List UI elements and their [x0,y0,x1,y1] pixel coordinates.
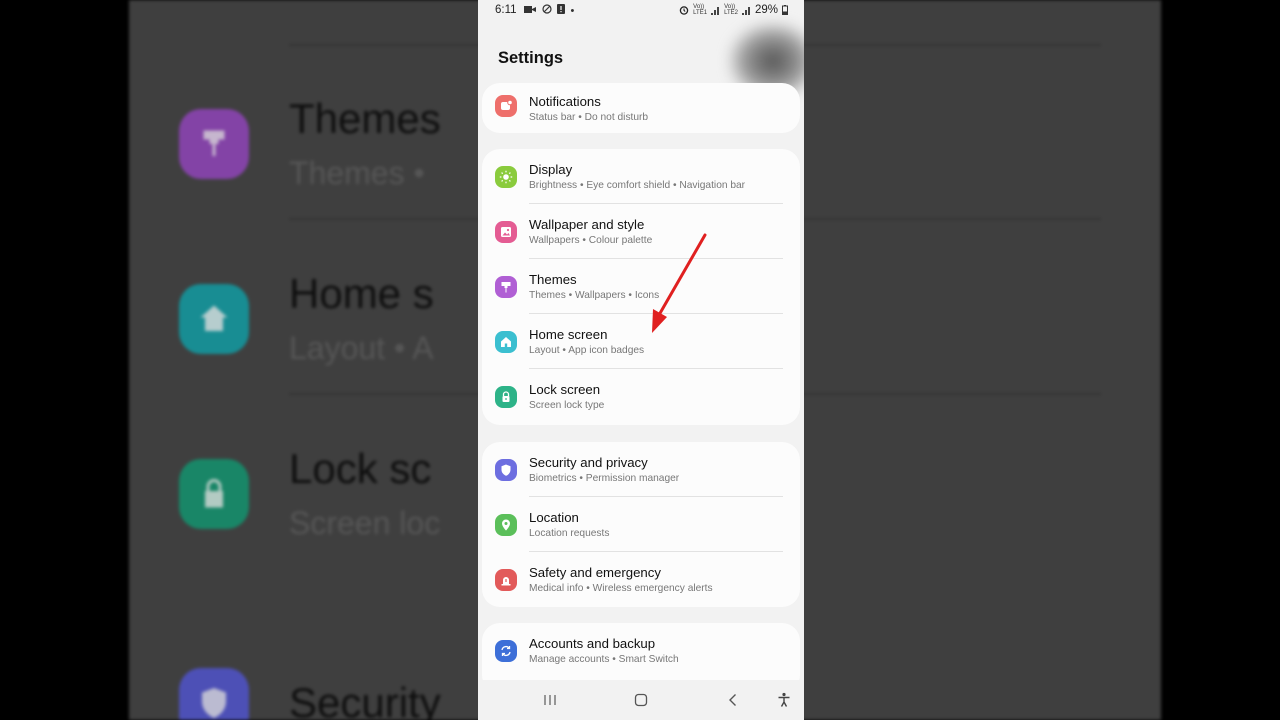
item-title: Security and privacy [529,455,648,470]
accessibility-icon[interactable] [773,690,795,710]
item-subtitle: Layout • App icon badges [529,345,645,356]
settings-item-wallpaper[interactable]: Wallpaper and style Wallpapers • Colour … [482,204,800,259]
alert-icon [557,4,566,14]
item-title: Safety and emergency [529,565,661,580]
notification-icons: • [524,4,577,17]
item-title: Notifications [529,94,601,109]
item-title: Display [529,162,573,177]
settings-item-notifications[interactable]: Notifications Status bar • Do not distur… [482,81,800,131]
item-title: Lock screen [529,382,601,397]
sim2-label: Vo)) LTE2 [724,4,738,16]
item-subtitle: Screen lock type [529,400,605,411]
status-bar: 6:11 • Vo)) LTE1 Vo)) LTE2 29% [478,0,804,22]
battery-icon [782,5,788,15]
wallpaper-icon [495,220,517,243]
vpn-icon [541,4,552,14]
settings-item-display[interactable]: Display Brightness • Eye comfort shield … [482,149,800,204]
item-subtitle: Biometrics • Permission manager [529,473,680,484]
signal-icon [711,6,720,15]
back-icon[interactable] [722,690,744,710]
item-subtitle: Themes • Wallpapers • Icons [529,290,660,301]
settings-item-accounts[interactable]: Accounts and backup Manage accounts • Sm… [482,623,800,678]
page-title: Settings [498,49,564,67]
location-icon [495,513,517,536]
settings-group-2: Display Brightness • Eye comfort shield … [482,149,800,425]
item-subtitle: Status bar • Do not disturb [529,112,649,123]
recent-apps-icon[interactable] [539,690,561,710]
notifications-icon [495,95,517,117]
lock-icon [495,385,517,408]
navigation-bar [478,680,804,720]
settings-item-security[interactable]: Security and privacy Biometrics • Permis… [482,442,800,497]
alarm-icon [679,6,689,15]
themes-icon [495,275,517,298]
item-subtitle: Manage accounts • Smart Switch [529,654,679,665]
shield-icon [495,458,517,481]
status-time: 6:11 [495,4,517,16]
emergency-icon [495,568,517,591]
settings-item-home-screen[interactable]: Home screen Layout • App icon badges [482,314,800,369]
settings-group-1: Notifications Status bar • Do not distur… [482,83,800,133]
status-right: Vo)) LTE1 Vo)) LTE2 29% [679,4,788,16]
sim1-label: Vo)) LTE1 [693,4,708,16]
settings-item-safety[interactable]: Safety and emergency Medical info • Wire… [482,552,800,607]
phone-screen: 6:11 • Vo)) LTE1 Vo)) LTE2 29% Settings … [478,0,804,720]
item-title: Themes [529,272,577,287]
item-title: Location [529,510,579,525]
settings-item-lock-screen[interactable]: Lock screen Screen lock type [482,369,800,424]
item-title: Home screen [529,327,608,342]
item-subtitle: Medical info • Wireless emergency alerts [529,583,713,594]
display-icon [495,165,517,188]
battery-percent: 29% [754,4,778,16]
item-title: Accounts and backup [529,636,656,651]
settings-item-location[interactable]: Location Location requests [482,497,800,552]
sync-icon [495,639,517,662]
home-button-icon[interactable] [630,690,652,710]
item-subtitle: Location requests [529,528,610,539]
item-title: Wallpaper and style [529,217,645,232]
home-icon [495,330,517,353]
signal-icon [741,6,750,15]
settings-group-3: Security and privacy Biometrics • Permis… [482,442,800,607]
settings-item-themes[interactable]: Themes Themes • Wallpapers • Icons [482,259,800,314]
item-subtitle: Brightness • Eye comfort shield • Naviga… [529,180,746,191]
video-icon [524,6,536,13]
item-subtitle: Wallpapers • Colour palette [529,235,653,246]
